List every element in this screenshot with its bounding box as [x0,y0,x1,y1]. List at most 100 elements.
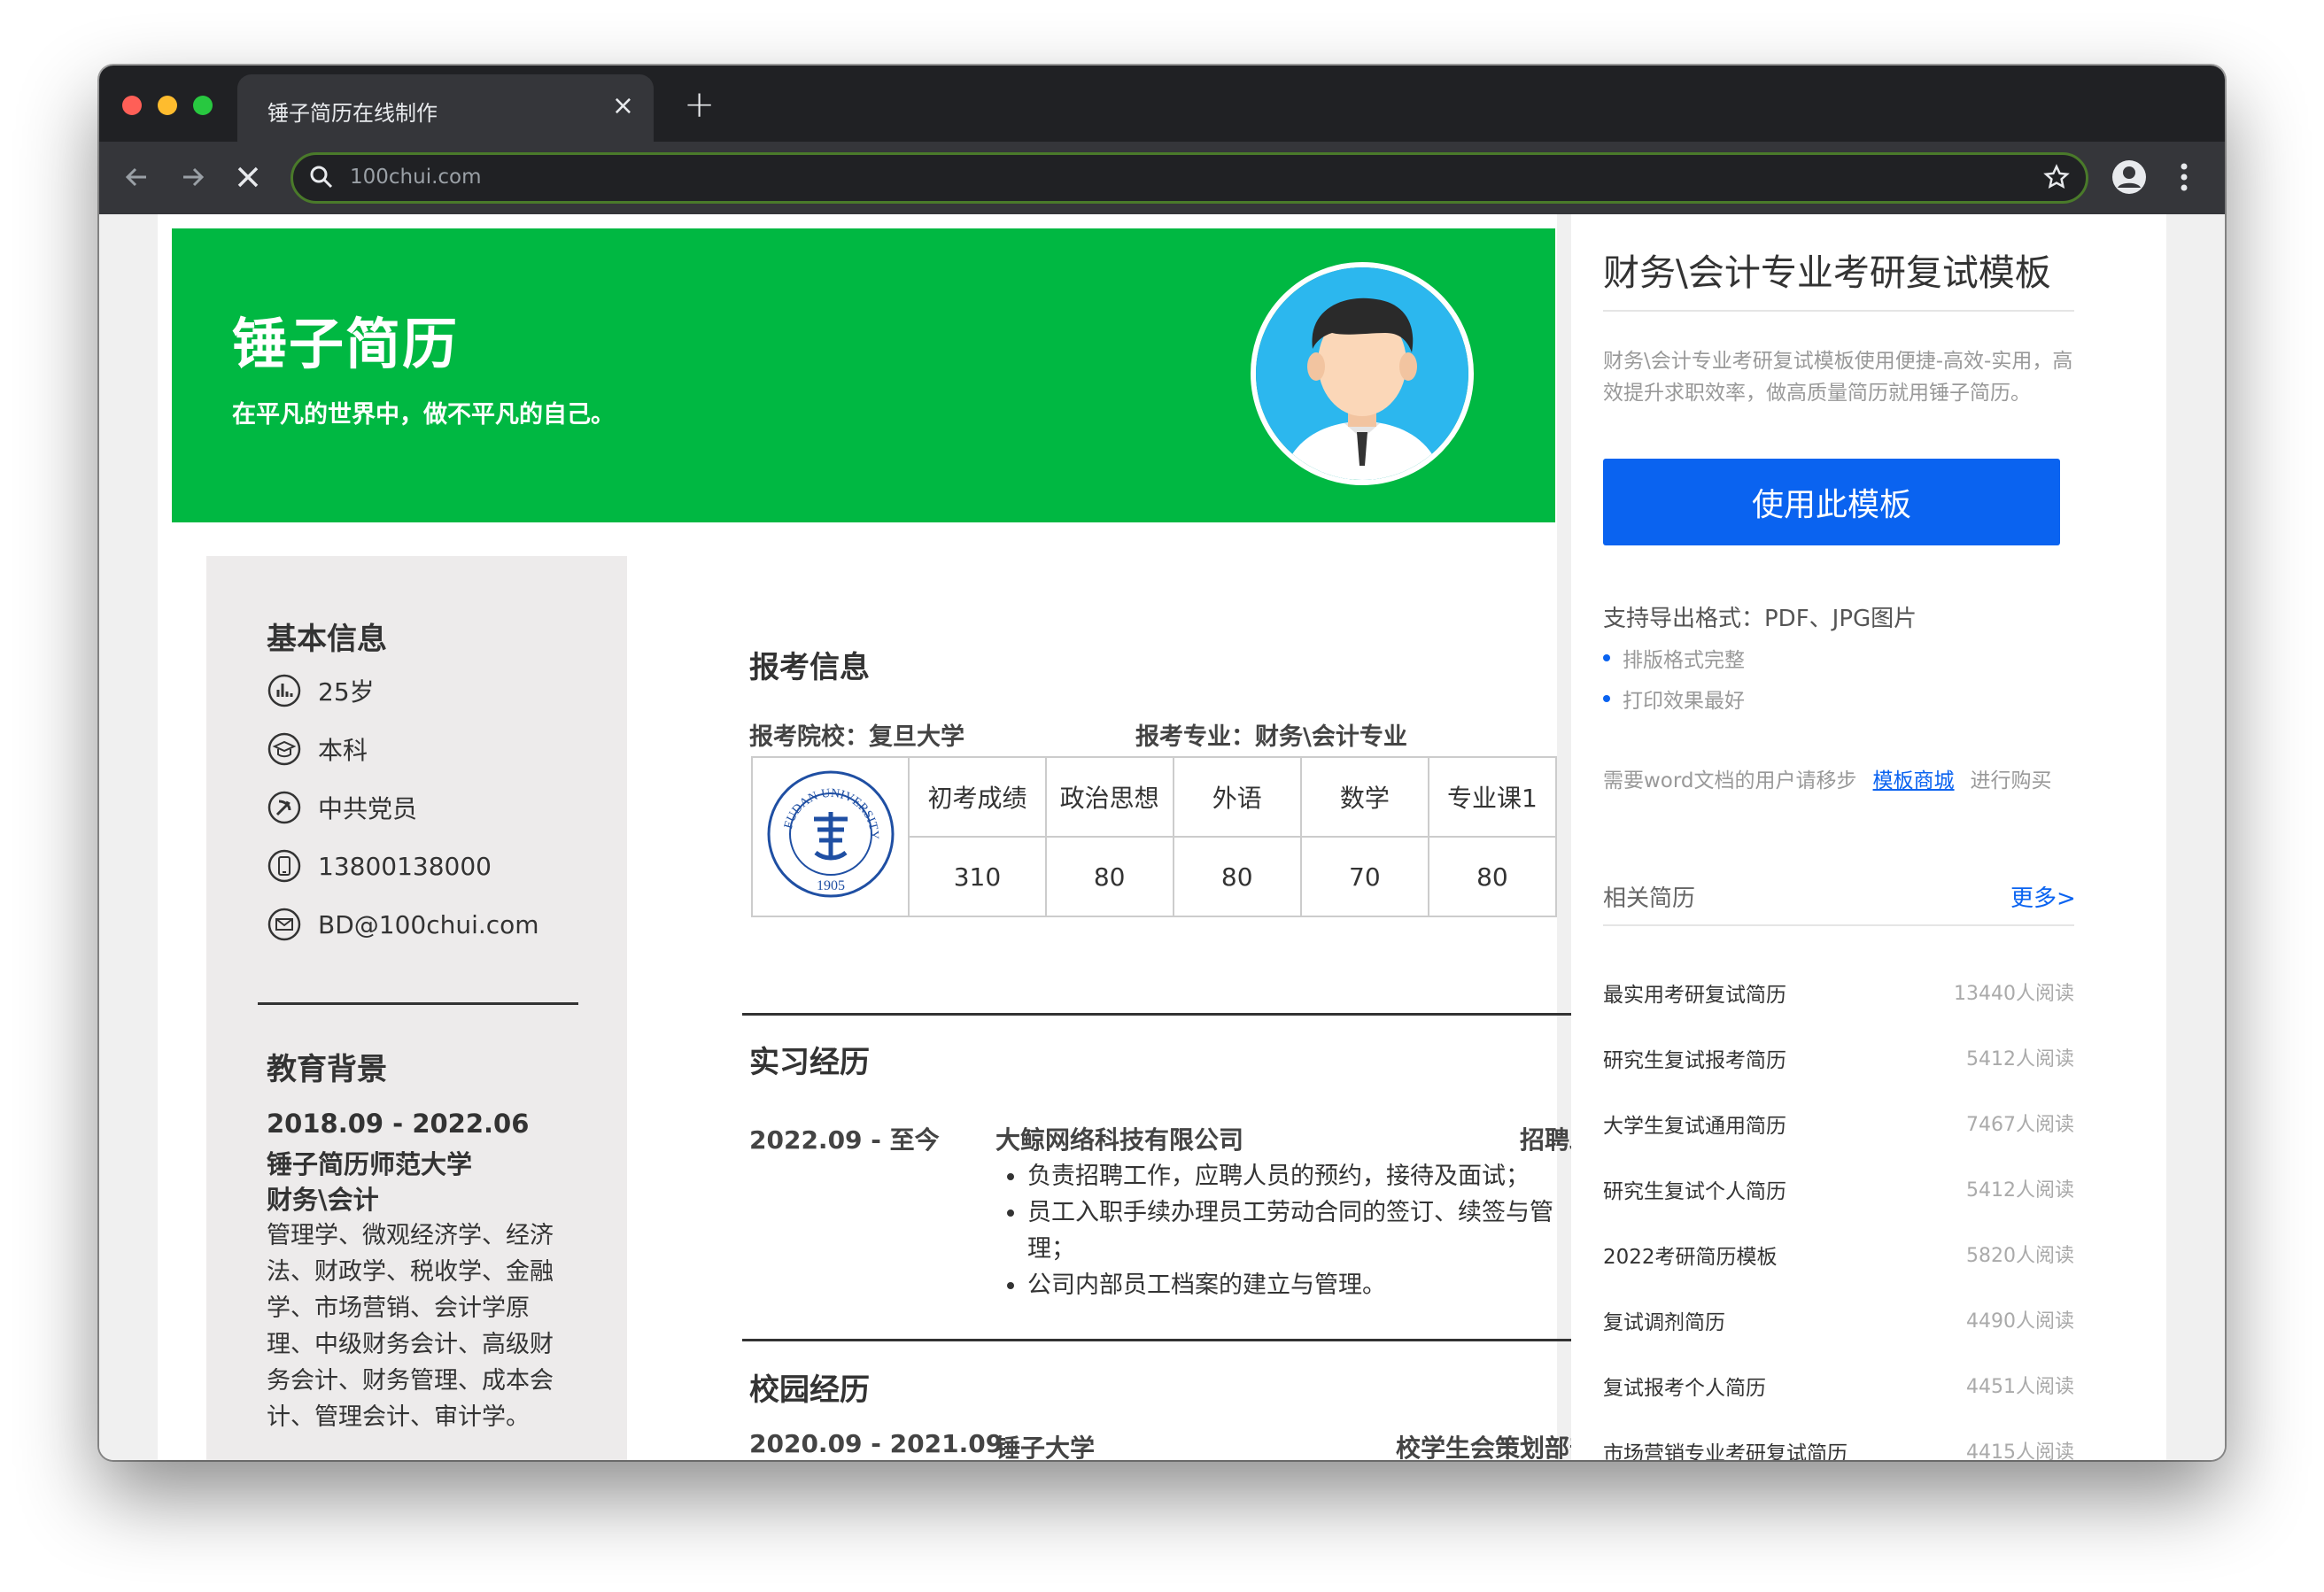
feature-text: 排版格式完整 [1623,649,1745,672]
score-header: 专业课1 [1427,756,1558,838]
related-resume-item[interactable]: 最实用考研复试简历 13440人阅读 [1603,978,2074,1013]
divider [1603,310,2074,312]
internship-duties: 负责招聘工作，应聘人员的预约，接待及面试； 员工入职手续办理员工劳动合同的签订、… [995,1158,1559,1303]
score-value: 80 [1172,836,1302,917]
address-bar[interactable]: 100chui.com [290,152,2088,204]
read-count: 7467人阅读 [1966,1114,2074,1136]
word-notice-prefix: 需要word文档的用户请移步 [1603,769,1857,792]
template-title: 财务\会计专业考研复试模板 [1603,251,2051,294]
phone-row: 13800138000 [267,848,492,884]
degree-text: 本科 [318,736,368,765]
score-header: 外语 [1172,756,1302,838]
resume-preview: 锤子简历 在平凡的世界中，做不平凡的自己。 基本信息 25岁 本科 中共党员 1… [158,214,1619,1460]
score-value: 70 [1299,836,1429,917]
phone-text: 13800138000 [318,851,492,881]
list-item: 员工入职手续办理员工劳动合同的签订、续签与管理； [1027,1194,1559,1267]
use-template-button[interactable]: 使用此模板 [1603,459,2060,545]
divider [258,1002,578,1005]
template-store-link[interactable]: 模板商城 [1873,769,1955,792]
export-formats: 支持导出格式：PDF、JPG图片 [1603,606,1917,632]
list-item: 公司内部员工档案的建立与管理。 [1027,1267,1559,1303]
related-resume-name[interactable]: 大学生复试通用简历 [1603,1109,1786,1139]
related-resume-name[interactable]: 最实用考研复试简历 [1603,978,1786,1008]
resume-name: 锤子简历 [232,312,460,376]
related-resume-name[interactable]: 复试报考个人简历 [1603,1371,1766,1401]
internship-org: 大鲸网络科技有限公司 [995,1125,1244,1155]
campus-org: 锤子大学 [995,1434,1096,1460]
degree-row: 本科 [267,731,368,767]
score-value: 80 [1427,836,1558,917]
age-row: 25岁 [267,673,375,708]
mail-icon [267,907,302,942]
feature-item: 打印效果最好 [1603,684,1745,714]
close-window-button[interactable] [122,96,142,115]
email-text: BD@100chui.com [318,909,539,939]
read-count: 4415人阅读 [1966,1441,2074,1460]
bullet-icon [1603,654,1610,661]
education-title: 教育背景 [267,1052,387,1087]
related-resumes-title: 相关简历 [1603,885,1696,912]
url-text: 100chui.com [350,166,482,189]
related-resume-name[interactable]: 研究生复试个人简历 [1603,1174,1786,1204]
page-content: 锤子简历 在平凡的世界中，做不平凡的自己。 基本信息 25岁 本科 中共党员 1… [99,214,2225,1460]
graduation-cap-icon [267,731,302,767]
list-item: 负责招聘工作，应聘人员的预约，接待及面试； [1027,1158,1559,1194]
read-count: 5820人阅读 [1966,1245,2074,1267]
related-resume-item[interactable]: 复试调剂简历 4490人阅读 [1603,1305,2074,1341]
browser-toolbar: 100chui.com [99,142,2225,214]
more-menu-icon[interactable] [2179,161,2189,197]
related-resume-name[interactable]: 复试调剂简历 [1603,1305,1725,1335]
back-arrow-icon[interactable] [117,158,156,197]
tab-close-icon[interactable]: × [612,90,634,122]
read-count: 4451人阅读 [1966,1376,2074,1398]
phone-icon [267,848,302,884]
word-notice-suffix: 进行购买 [1970,769,2052,792]
internship-date: 2022.09 - 至今 [749,1125,940,1155]
campus-title: 校园经历 [749,1372,870,1408]
related-resume-item[interactable]: 研究生复试报考简历 5412人阅读 [1603,1043,2074,1078]
related-resume-item[interactable]: 市场营销专业考研复试简历 4415人阅读 [1603,1436,2074,1460]
maximize-window-button[interactable] [193,96,213,115]
politics-text: 中共党员 [318,794,418,823]
stop-loading-icon[interactable] [229,158,267,197]
bookmark-star-icon[interactable] [2043,164,2070,194]
apply-major: 报考专业：财务\会计专业 [1135,723,1407,751]
resume-motto: 在平凡的世界中，做不平凡的自己。 [232,401,615,429]
more-link[interactable]: 更多> [2010,880,2076,913]
related-resume-name[interactable]: 市场营销专业考研复试简历 [1603,1436,1848,1460]
tab-title: 锤子简历在线制作 [267,101,438,126]
related-resume-item[interactable]: 复试报考个人简历 4451人阅读 [1603,1371,2074,1406]
party-emblem-icon [267,790,302,825]
chart-icon [267,673,302,708]
feature-item: 排版格式完整 [1603,643,1745,673]
related-resume-name[interactable]: 2022考研简历模板 [1603,1240,1778,1270]
active-tab[interactable]: 锤子简历在线制作 × [237,74,654,142]
avatar [1251,262,1474,485]
score-value: 310 [908,836,1047,917]
resume-header: 锤子简历 在平凡的世界中，做不平凡的自己。 [172,228,1555,522]
score-header: 政治思想 [1044,756,1174,838]
forward-arrow-icon[interactable] [174,158,213,197]
template-description: 财务\会计专业考研复试模板使用便捷-高效-实用，高效提升求职效率，做高质量简历就… [1603,350,2073,405]
resume-sidebar: 基本信息 25岁 本科 中共党员 13800138000 BD@100chui.… [206,556,627,1460]
related-resume-item[interactable]: 大学生复试通用简历 7467人阅读 [1603,1109,2074,1144]
account-icon[interactable] [2111,159,2147,198]
related-resume-name[interactable]: 研究生复试报考简历 [1603,1043,1786,1073]
bullet-icon [1603,695,1610,702]
browser-window: 锤子简历在线制作 × + 100chui.com 锤子简历 在平凡的世界中，做不… [99,66,2225,1460]
apply-info-title: 报考信息 [749,650,870,685]
read-count: 13440人阅读 [1954,983,2074,1005]
university-logo: FUDAN UNIVERSITY 1905 [750,756,910,917]
education-major: 财务\会计 [267,1185,379,1215]
template-sidebar: 财务\会计专业考研复试模板 财务\会计专业考研复试模板使用便捷-高效-实用，高效… [1571,214,2166,1460]
score-value: 80 [1044,836,1174,917]
minimize-window-button[interactable] [158,96,177,115]
score-header: 初考成绩 [908,756,1047,838]
new-tab-button[interactable]: + [684,85,715,124]
logo-year: 1905 [817,878,845,893]
apply-school: 报考院校：复旦大学 [749,723,964,751]
email-row: BD@100chui.com [267,907,539,942]
related-resume-item[interactable]: 2022考研简历模板 5820人阅读 [1603,1240,2074,1275]
feature-text: 打印效果最好 [1623,690,1745,713]
related-resume-item[interactable]: 研究生复试个人简历 5412人阅读 [1603,1174,2074,1209]
